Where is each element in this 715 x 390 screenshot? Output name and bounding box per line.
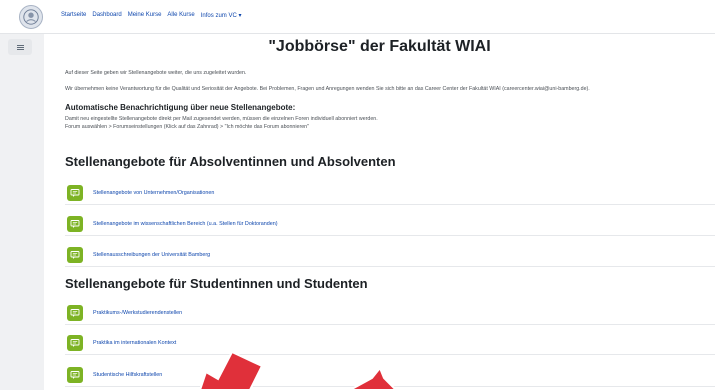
nav-infos-zum-vc-dropdown[interactable]: Infos zum VC ▾ xyxy=(201,12,242,19)
forum-icon xyxy=(67,334,83,351)
activity-link[interactable]: Praktikums-/Werkstudierendenstellen xyxy=(93,310,182,316)
activity-row[interactable]: Stellenangebote im wissenschaftlichen Be… xyxy=(65,212,715,236)
activity-link[interactable]: Studentische Hilfskraftstellen xyxy=(93,372,162,378)
nav-meine-kurse[interactable]: Meine Kurse xyxy=(128,12,162,19)
disclaimer-text: Wir übernehmen keine Verantwortung für d… xyxy=(65,86,590,92)
forum-icon xyxy=(67,184,83,201)
primary-navigation: Startseite Dashboard Meine Kurse Alle Ku… xyxy=(61,12,241,19)
intro-text: Auf dieser Seite geben wir Stellenangebo… xyxy=(65,70,247,76)
nav-alle-kurse[interactable]: Alle Kurse xyxy=(167,12,194,19)
notification-text: Damit neu eingestellte Stellenangebote d… xyxy=(65,116,378,122)
forum-icon xyxy=(67,215,83,232)
section-heading-studenten: Stellenangebote für Studentinnen und Stu… xyxy=(65,276,368,291)
activity-link[interactable]: Praktika im internationalen Kontext xyxy=(93,340,176,346)
activity-row[interactable]: Praktika im internationalen Kontext xyxy=(65,331,715,355)
activity-row[interactable]: Studentische Hilfskraftstellen xyxy=(65,363,715,387)
nav-dashboard[interactable]: Dashboard xyxy=(92,12,121,19)
top-navbar: Startseite Dashboard Meine Kurse Alle Ku… xyxy=(0,0,715,34)
subscription-instructions: Forum auswählen > Forumseinstellungen (K… xyxy=(65,124,310,130)
university-seal-icon[interactable] xyxy=(19,5,43,29)
activity-row[interactable]: Stellenangebote von Unternehmen/Organisa… xyxy=(65,181,715,205)
page-title: "Jobbörse" der Fakultät WIAI xyxy=(268,38,491,55)
activity-row[interactable]: Praktikums-/Werkstudierendenstellen xyxy=(65,301,715,325)
forum-icon xyxy=(67,366,83,383)
main-content: "Jobbörse" der Fakultät WIAI Auf dieser … xyxy=(44,34,715,390)
drawer-toggle-button[interactable] xyxy=(8,39,32,55)
hamburger-icon xyxy=(16,44,24,46)
section-heading-absolventen: Stellenangebote für Absolventinnen und A… xyxy=(65,154,396,169)
forum-icon xyxy=(67,246,83,263)
forum-icon xyxy=(67,304,83,321)
activity-row[interactable]: Stellenausschreibungen der Universität B… xyxy=(65,243,715,267)
notification-heading: Automatische Benachrichtigung über neue … xyxy=(65,103,296,112)
activity-link[interactable]: Stellenangebote von Unternehmen/Organisa… xyxy=(93,190,214,196)
activity-link[interactable]: Stellenausschreibungen der Universität B… xyxy=(93,252,210,258)
nav-startseite[interactable]: Startseite xyxy=(61,12,86,19)
activity-link[interactable]: Stellenangebote im wissenschaftlichen Be… xyxy=(93,221,278,227)
